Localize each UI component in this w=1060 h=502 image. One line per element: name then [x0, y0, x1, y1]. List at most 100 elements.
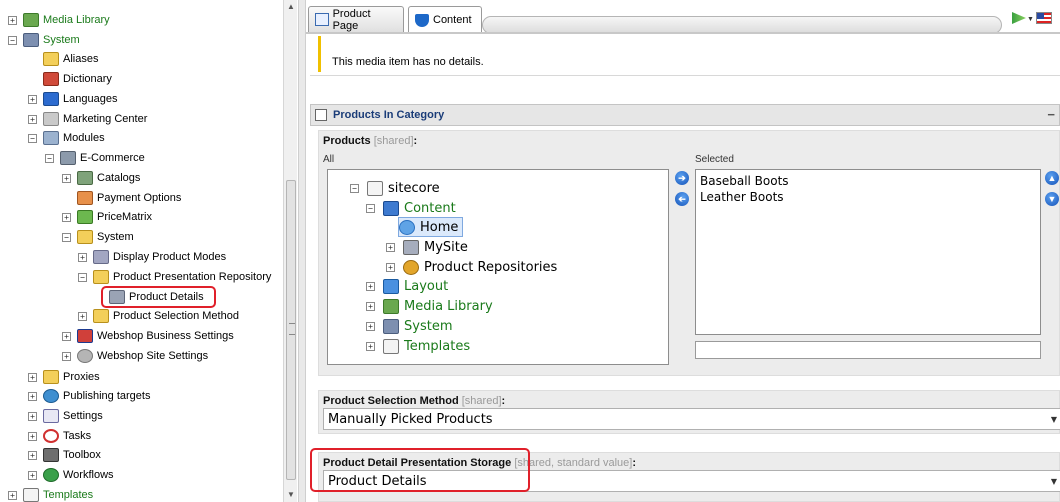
tab-product-page[interactable]: Product Page	[308, 6, 404, 32]
ptree-item-content[interactable]: − Content	[366, 198, 456, 218]
collapse-icon[interactable]: −	[45, 153, 54, 163]
expand-icon[interactable]: +	[62, 351, 71, 361]
expand-icon[interactable]: +	[28, 450, 37, 460]
folder-icon	[43, 52, 59, 66]
tree-item-workflows[interactable]: + Workflows	[28, 466, 114, 484]
tree-item-payment-options[interactable]: Payment Options	[77, 189, 181, 207]
section-header-products-in-category[interactable]: Products In Category −	[310, 104, 1060, 126]
pane-splitter[interactable]	[298, 0, 306, 502]
collapse-icon[interactable]: −	[350, 183, 359, 193]
expand-icon[interactable]: +	[78, 311, 87, 321]
expand-icon[interactable]: +	[62, 173, 71, 183]
expand-icon[interactable]: +	[28, 411, 37, 421]
tree-item-modules[interactable]: − Modules	[28, 129, 105, 147]
all-column-label: All	[323, 154, 335, 165]
tree-item-system-sub[interactable]: − System	[62, 228, 134, 246]
ptree-item-mysite[interactable]: + MySite	[386, 237, 468, 257]
tree-item-catalogs[interactable]: + Catalogs	[62, 169, 140, 187]
system-folder-icon	[383, 318, 399, 334]
expand-icon[interactable]: +	[366, 321, 375, 331]
scroll-down-arrow-icon[interactable]: ▼	[284, 488, 298, 502]
expand-icon[interactable]: +	[386, 242, 395, 252]
expand-icon[interactable]: +	[28, 391, 37, 401]
ptree-item-layout[interactable]: + Layout	[366, 276, 448, 296]
price-matrix-icon	[77, 210, 93, 224]
expand-icon[interactable]: +	[28, 431, 37, 441]
tree-item-label: Catalogs	[97, 172, 141, 184]
selected-items-list[interactable]: Baseball Boots Leather Boots	[695, 169, 1041, 335]
tree-item-publishing-targets[interactable]: + Publishing targets	[28, 387, 150, 405]
ptree-item-home[interactable]: Home	[398, 217, 464, 237]
tree-item-proxies[interactable]: + Proxies	[28, 368, 100, 386]
tree-item-languages[interactable]: + Languages	[28, 90, 117, 108]
tree-item-aliases[interactable]: Aliases	[28, 50, 98, 68]
chevron-down-icon[interactable]: ▼	[1051, 477, 1057, 486]
tree-item-label: Dictionary	[63, 73, 112, 85]
expand-icon[interactable]: +	[8, 490, 17, 500]
tree-item-dictionary[interactable]: Dictionary	[28, 70, 112, 88]
ptree-item-templates[interactable]: + Templates	[366, 336, 470, 356]
tree-item-system[interactable]: − System	[8, 31, 80, 49]
tree-item-e-commerce[interactable]: − E-Commerce	[45, 149, 145, 167]
scroll-thumb[interactable]	[286, 180, 296, 480]
add-right-arrow-icon[interactable]: ➔	[675, 171, 689, 185]
chevron-down-icon[interactable]: ▼	[1051, 415, 1057, 424]
tree-item-product-presentation-repository[interactable]: − Product Presentation Repository	[78, 268, 271, 286]
expand-icon[interactable]: +	[366, 301, 375, 311]
tree-item-templates[interactable]: + Templates	[8, 486, 93, 502]
expand-icon[interactable]: +	[28, 470, 37, 480]
collapse-icon[interactable]: −	[366, 203, 375, 213]
expand-icon[interactable]: +	[78, 252, 87, 262]
ptree-item-system[interactable]: + System	[366, 316, 452, 336]
expand-icon[interactable]: +	[28, 114, 37, 124]
expand-icon[interactable]: +	[366, 281, 375, 291]
tree-item-label: Webshop Business Settings	[97, 330, 234, 342]
expand-icon[interactable]: +	[8, 15, 17, 25]
flag-us-icon[interactable]	[1036, 12, 1052, 24]
tree-item-product-selection-method[interactable]: + Product Selection Method	[78, 307, 239, 325]
ptree-item-media-library[interactable]: + Media Library	[366, 296, 493, 316]
move-down-arrow-icon[interactable]: ▼	[1045, 192, 1059, 206]
chevron-down-icon[interactable]: ▼	[1027, 16, 1034, 23]
selected-item[interactable]: Leather Boots	[700, 190, 784, 204]
expand-icon[interactable]: +	[386, 262, 395, 272]
ptree-label: Layout	[404, 278, 449, 294]
collapse-icon[interactable]: −	[62, 232, 71, 242]
tree-item-media-library[interactable]: + Media Library	[8, 11, 110, 29]
all-items-tree[interactable]: − sitecore − Content Home + MySite + Pro…	[327, 169, 669, 365]
ptree-item-product-repositories[interactable]: + Product Repositories	[386, 257, 557, 277]
tree-item-label: Webshop Site Settings	[97, 350, 209, 362]
tree-item-webshop-site-settings[interactable]: + Webshop Site Settings	[62, 347, 208, 365]
tree-scrollbar[interactable]: ▲ ▼	[283, 0, 297, 502]
move-up-arrow-icon[interactable]: ▲	[1045, 171, 1059, 185]
selected-item-input[interactable]	[695, 341, 1041, 359]
collapse-section-icon[interactable]: −	[1047, 107, 1055, 122]
tree-item-display-product-modes[interactable]: + Display Product Modes	[78, 248, 226, 266]
tree-item-pricematrix[interactable]: + PriceMatrix	[62, 208, 152, 226]
collapse-icon[interactable]: −	[28, 133, 37, 143]
expand-icon[interactable]: +	[62, 331, 71, 341]
tree-item-marketing-center[interactable]: + Marketing Center	[28, 110, 147, 128]
tab-content[interactable]: Content	[408, 6, 482, 33]
expand-icon[interactable]: +	[28, 94, 37, 104]
modules-icon	[43, 131, 59, 145]
content-icon	[383, 200, 399, 216]
expand-icon[interactable]: +	[366, 341, 375, 351]
flag-go-icon[interactable]	[1012, 12, 1026, 24]
tree-item-settings[interactable]: + Settings	[28, 407, 103, 425]
expand-icon[interactable]: +	[28, 372, 37, 382]
remove-left-arrow-icon[interactable]: ➔	[675, 192, 689, 206]
tree-item-label: Templates	[43, 489, 94, 501]
tree-item-tasks[interactable]: + Tasks	[28, 427, 91, 445]
scroll-up-arrow-icon[interactable]: ▲	[284, 0, 298, 14]
selected-item[interactable]: Baseball Boots	[700, 174, 789, 188]
selection-method-label: Product Selection Method [shared]:	[323, 395, 506, 407]
collapse-icon[interactable]: −	[8, 35, 17, 45]
selection-method-dropdown[interactable]: Manually Picked Products ▼	[323, 408, 1060, 430]
collapse-icon[interactable]: −	[78, 272, 87, 282]
grip-icon	[289, 323, 295, 335]
ptree-item-sitecore[interactable]: − sitecore	[350, 178, 440, 198]
tree-item-toolbox[interactable]: + Toolbox	[28, 446, 101, 464]
tree-item-webshop-business-settings[interactable]: + Webshop Business Settings	[62, 327, 234, 345]
expand-icon[interactable]: +	[62, 212, 71, 222]
